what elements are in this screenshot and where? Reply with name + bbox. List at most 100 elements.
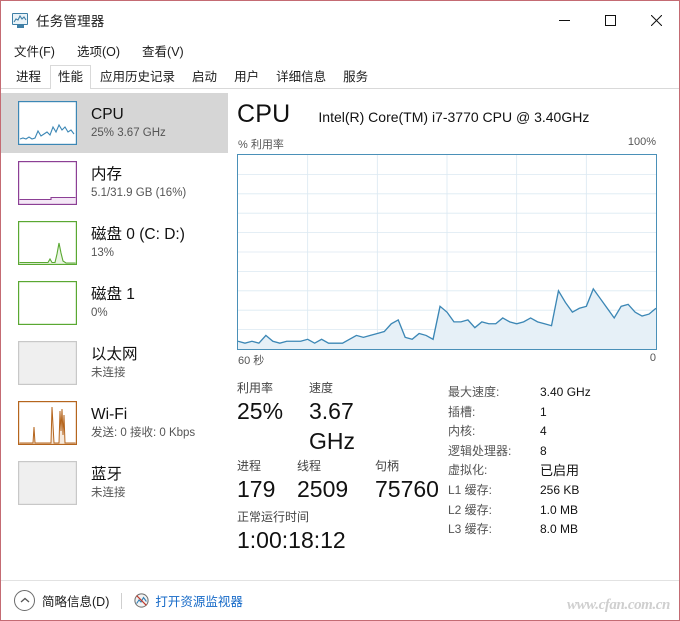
resource-monitor-icon <box>134 593 149 608</box>
menu-options[interactable]: 选项(O) <box>75 39 122 62</box>
window-title: 任务管理器 <box>36 14 105 29</box>
tab-bar: 进程 性能 应用历史记录 启动 用户 详细信息 服务 <box>1 62 679 90</box>
chart-axis-top: % 利用率 100% <box>237 136 657 154</box>
sidebar-item-ethernet[interactable]: 以太网 未连接 <box>1 333 228 393</box>
spec-value: 8 <box>540 443 547 458</box>
window-controls <box>541 1 679 39</box>
tab-app-history[interactable]: 应用历史记录 <box>92 65 183 89</box>
stats-row2-labels: 进程 线程 句柄 <box>237 459 441 474</box>
sidebar-sub-disk0: 13% <box>91 247 115 259</box>
tab-details[interactable]: 详细信息 <box>268 65 334 89</box>
sidebar-text-memory: 内存 5.1/31.9 GB (16%) <box>91 165 186 201</box>
sidebar-label-bluetooth: 蓝牙 <box>91 466 123 483</box>
open-resource-monitor-link[interactable]: 打开资源监视器 <box>134 591 243 610</box>
status-bar: 简略信息(D) 打开资源监视器 <box>1 580 679 620</box>
stats-left-column: 利用率 速度 25% 3.67 GHz 进程 线程 句柄 179 2509 75… <box>237 381 441 555</box>
spec-key: 内核: <box>448 424 476 439</box>
page-title: CPU <box>237 100 291 128</box>
tab-users[interactable]: 用户 <box>226 65 267 89</box>
axis-label-utilization: % 利用率 <box>238 139 284 151</box>
spec-row: L2 缓存: 1.0 MB <box>448 501 657 521</box>
spec-value: 8.0 MB <box>540 522 579 537</box>
disk0-thumbnail <box>18 221 77 265</box>
sidebar-sub-memory: 5.1/31.9 GB (16%) <box>91 187 187 199</box>
close-button[interactable] <box>633 1 679 39</box>
sidebar-text-bluetooth: 蓝牙 未连接 <box>91 465 126 501</box>
maximize-button[interactable] <box>587 1 633 39</box>
spec-row: 逻辑处理器: 8 <box>448 442 657 462</box>
sidebar-label-wifi: Wi-Fi <box>91 406 128 423</box>
label-uptime: 正常运行时间 <box>237 510 310 524</box>
cpu-thumbnail <box>18 101 77 145</box>
stats-row1-labels: 利用率 速度 <box>237 381 441 396</box>
spec-key: 逻辑处理器: <box>448 443 512 458</box>
sidebar-item-disk1[interactable]: 磁盘 1 0% <box>1 273 228 333</box>
stats-row2-values: 179 2509 75760 <box>237 474 441 504</box>
tab-startup[interactable]: 启动 <box>184 65 225 89</box>
stats-area: 利用率 速度 25% 3.67 GHz 进程 线程 句柄 179 2509 75… <box>237 381 657 555</box>
value-uptime: 1:00:18:12 <box>237 527 346 553</box>
label-speed: 速度 <box>309 381 334 395</box>
cpu-model-label: Intel(R) Core(TM) i7-3770 CPU @ 3.40GHz <box>318 109 590 125</box>
title-bar: 任务管理器 <box>1 1 679 39</box>
spec-value: 4 <box>540 424 547 439</box>
spec-value: 256 KB <box>540 482 580 497</box>
chevron-up-icon <box>14 590 35 611</box>
spec-key: 插槽: <box>448 404 476 419</box>
tab-performance[interactable]: 性能 <box>50 65 92 90</box>
spec-row: 虚拟化: 已启用 <box>448 461 657 481</box>
disk1-thumbnail <box>18 281 77 325</box>
spec-value: 1 <box>540 404 547 419</box>
fewer-details-button[interactable]: 简略信息(D) <box>14 590 109 611</box>
sidebar-item-wifi[interactable]: Wi-Fi 发送: 0 接收: 0 Kbps <box>1 393 228 453</box>
value-processes: 179 <box>237 476 276 502</box>
sidebar-text-wifi: Wi-Fi 发送: 0 接收: 0 Kbps <box>91 405 195 441</box>
value-utilization: 25% <box>237 398 284 424</box>
sidebar-item-bluetooth[interactable]: 蓝牙 未连接 <box>1 453 228 513</box>
spec-row: 插槽: 1 <box>448 403 657 423</box>
menu-file[interactable]: 文件(F) <box>12 39 57 62</box>
sidebar-item-cpu[interactable]: CPU 25% 3.67 GHz <box>1 93 228 153</box>
tab-processes[interactable]: 进程 <box>8 65 49 89</box>
bluetooth-thumbnail <box>18 461 77 505</box>
label-processes: 进程 <box>237 459 262 473</box>
spec-key: L1 缓存: <box>448 482 493 497</box>
app-icon <box>12 12 29 28</box>
sidebar-item-disk0[interactable]: 磁盘 0 (C: D:) 13% <box>1 213 228 273</box>
sidebar-label-ethernet: 以太网 <box>91 346 138 363</box>
label-threads: 线程 <box>297 459 322 473</box>
sidebar-label-disk0: 磁盘 0 (C: D:) <box>91 226 185 243</box>
menu-view[interactable]: 查看(V) <box>140 39 186 62</box>
spec-key: L3 缓存: <box>448 522 493 537</box>
resource-sidebar: CPU 25% 3.67 GHz 内存 5.1/31.9 GB (16%) 磁盘… <box>1 89 228 597</box>
spec-row: 内核: 4 <box>448 422 657 442</box>
cpu-utilization-chart <box>237 154 657 350</box>
sidebar-label-memory: 内存 <box>91 166 123 183</box>
minimize-button[interactable] <box>541 1 587 39</box>
sidebar-text-cpu: CPU 25% 3.67 GHz <box>91 105 166 141</box>
spec-key: 虚拟化: <box>448 463 488 478</box>
spec-value: 已启用 <box>540 463 580 479</box>
sidebar-text-ethernet: 以太网 未连接 <box>91 345 138 381</box>
wifi-thumbnail <box>18 401 77 445</box>
cpu-detail-panel: CPU Intel(R) Core(TM) i7-3770 CPU @ 3.40… <box>228 89 679 597</box>
spec-value: 1.0 MB <box>540 502 579 517</box>
resource-monitor-label: 打开资源监视器 <box>155 595 243 609</box>
spec-value: 3.40 GHz <box>540 385 591 399</box>
axis-label-time: 60 秒 <box>238 355 265 367</box>
cpu-chart-svg <box>238 155 656 349</box>
tab-services[interactable]: 服务 <box>335 65 376 89</box>
sidebar-text-disk0: 磁盘 0 (C: D:) 13% <box>91 225 185 261</box>
spec-row: 最大速度: 3.40 GHz <box>448 383 657 403</box>
content-area: CPU 25% 3.67 GHz 内存 5.1/31.9 GB (16%) 磁盘… <box>1 89 679 597</box>
axis-label-max: 100% <box>627 136 656 148</box>
sidebar-sub-ethernet: 未连接 <box>91 367 126 379</box>
sidebar-text-disk1: 磁盘 1 0% <box>91 285 135 321</box>
sidebar-sub-wifi: 发送: 0 接收: 0 Kbps <box>91 427 196 439</box>
panel-header: CPU Intel(R) Core(TM) i7-3770 CPU @ 3.40… <box>237 99 657 129</box>
spec-key: L2 缓存: <box>448 502 493 517</box>
label-utilization: 利用率 <box>237 381 274 395</box>
value-handles: 75760 <box>375 476 439 502</box>
sidebar-item-memory[interactable]: 内存 5.1/31.9 GB (16%) <box>1 153 228 213</box>
stats-row1-values: 25% 3.67 GHz <box>237 396 441 456</box>
